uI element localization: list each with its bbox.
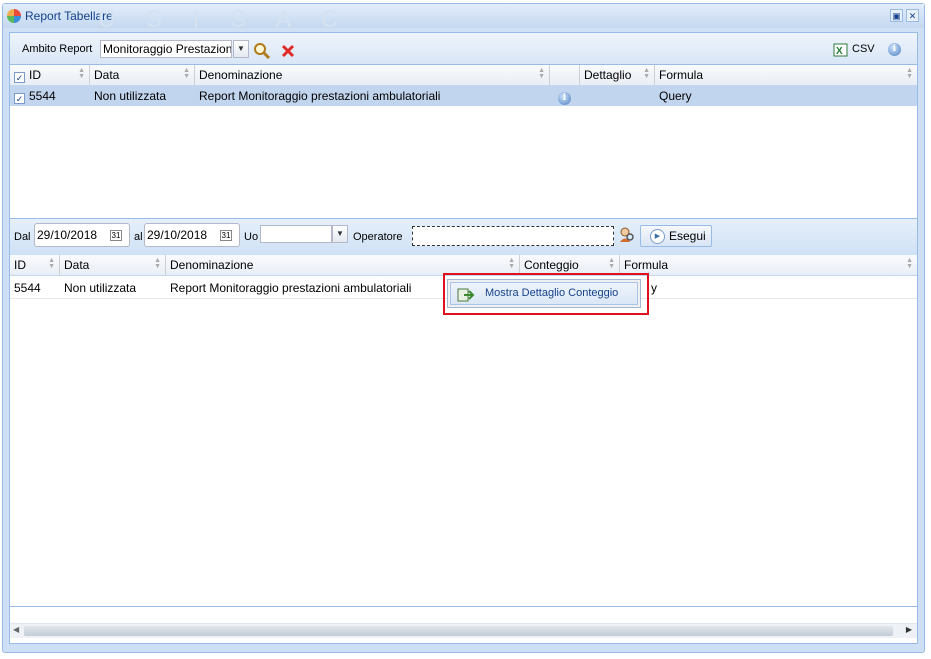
bottom-col-denominazione[interactable]: Denominazione ▲ ▼ [166, 255, 520, 275]
top-col-formula[interactable]: Formula ▲ ▼ [655, 65, 917, 85]
horizontal-scrollbar[interactable]: ◀ ▶ [10, 623, 917, 638]
report-window: Report Tabellare U S I S A C ▣ ✕ Ambito … [2, 3, 925, 653]
row-denominazione: Report Monitoraggio prestazioni ambulato… [199, 89, 441, 103]
scroll-left-icon[interactable]: ◀ [13, 625, 19, 634]
watermark-text: U S I S A C [98, 6, 351, 33]
row-id: 5544 [29, 89, 56, 103]
row-id: 5544 [14, 281, 41, 295]
row-data: Non utilizzata [64, 281, 137, 295]
scroll-right-icon[interactable]: ▶ [906, 625, 912, 634]
top-col-id[interactable]: ✓ ID ▲ ▼ [10, 65, 90, 85]
select-all-checkbox[interactable]: ✓ [14, 72, 25, 83]
restore-icon[interactable]: ▣ [890, 9, 903, 22]
uo-combo[interactable] [260, 225, 332, 243]
search-icon[interactable] [253, 42, 271, 60]
info-icon[interactable]: i [888, 43, 901, 56]
scrollbar-thumb[interactable] [24, 626, 893, 636]
table-row[interactable]: ✓ 5544 Non utilizzata Report Monitoraggio… [10, 86, 917, 106]
delete-icon[interactable] [281, 44, 295, 58]
row-formula: Query [659, 89, 692, 103]
al-label: al [134, 231, 143, 243]
ambito-dropdown-icon[interactable]: ▼ [233, 40, 249, 58]
esegui-label: Esegui [669, 229, 706, 243]
app-chart-icon [7, 9, 21, 23]
row-data: Non utilizzata [94, 89, 167, 103]
window-titlebar[interactable]: Report Tabellare U S I S A C ▣ ✕ [3, 4, 924, 33]
top-col-info[interactable] [550, 65, 580, 85]
excel-icon[interactable]: X [833, 43, 848, 57]
uo-label: Uo [244, 231, 259, 243]
esegui-button[interactable]: ▶ Esegui [640, 225, 712, 247]
filter-bar: Dal 29/10/2018 31 al 29/10/2018 31 Uo ▼ … [10, 218, 917, 256]
top-col-denominazione[interactable]: Denominazione ▲ ▼ [195, 65, 550, 85]
bottom-col-id[interactable]: ID ▲ ▼ [10, 255, 60, 275]
csv-button[interactable]: CSV [852, 43, 875, 55]
operatore-field[interactable] [412, 226, 614, 246]
row-checkbox[interactable]: ✓ [14, 93, 25, 104]
grid-divider [10, 606, 917, 607]
ambito-label: Ambito Report [22, 43, 93, 55]
top-col-dettaglio[interactable]: Dettaglio ▲ ▼ [580, 65, 655, 85]
operatore-label: Operatore [353, 231, 403, 243]
main-panel: Ambito Report Monitoraggio Prestazion ▼ … [9, 32, 918, 644]
calendar-icon[interactable]: 31 [110, 230, 122, 241]
ambito-combo[interactable]: Monitoraggio Prestazion [100, 40, 232, 58]
uo-dropdown-icon[interactable]: ▼ [332, 225, 348, 243]
dal-label: Dal [14, 231, 31, 243]
close-icon[interactable]: ✕ [906, 9, 919, 22]
top-col-data[interactable]: Data ▲ ▼ [90, 65, 195, 85]
play-icon: ▶ [650, 229, 665, 244]
user-search-icon[interactable] [619, 227, 635, 243]
row-formula: y [651, 281, 657, 295]
svg-text:X: X [836, 46, 843, 57]
calendar-icon[interactable]: 31 [220, 230, 232, 241]
report-toolbar: Ambito Report Monitoraggio Prestazion ▼ … [10, 33, 917, 65]
top-grid-header: ✓ ID ▲ ▼ Data ▲ ▼ Denominazione ▲ ▼ Dettaglio ▲ ▼… [10, 65, 917, 86]
bottom-col-data[interactable]: Data ▲ ▼ [60, 255, 166, 275]
highlight-box [443, 273, 649, 315]
bottom-col-conteggio[interactable]: Conteggio ▲ ▼ [520, 255, 620, 275]
row-info-icon[interactable]: i [558, 92, 571, 105]
bottom-col-formula[interactable]: Formula ▲ ▼ [620, 255, 917, 275]
